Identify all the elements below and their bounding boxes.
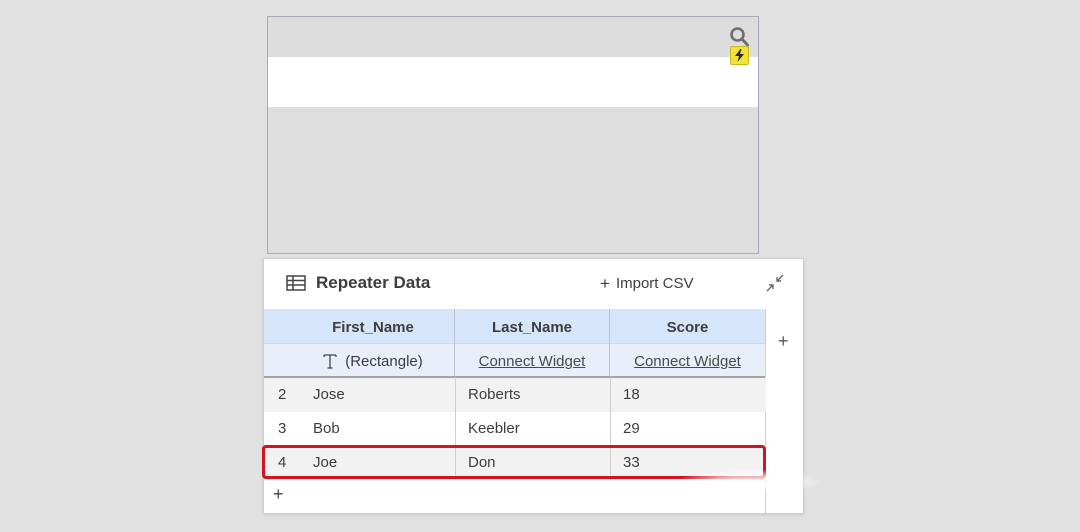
table-row[interactable]: 3 Bob Keebler 29 — [264, 412, 766, 446]
repeater-item-row[interactable] — [268, 17, 758, 58]
table-row[interactable]: 4 Joe Don 33 — [264, 446, 766, 480]
column-binding[interactable]: Connect Widget — [610, 343, 765, 378]
table-row[interactable]: 2 Jose Roberts 18 — [264, 378, 766, 412]
cell-score[interactable]: 29 — [623, 412, 640, 446]
import-csv-button[interactable]: + Import CSV — [600, 275, 693, 292]
cell-first-name[interactable]: Bob — [313, 412, 340, 446]
row-index: 3 — [278, 420, 287, 437]
row-index: 2 — [278, 386, 287, 403]
cell-first-name[interactable]: Joe — [313, 446, 337, 480]
cell-last-name[interactable]: Roberts — [468, 378, 521, 412]
search-icon[interactable] — [729, 26, 749, 48]
repeater-data-panel: Repeater Data + Import CSV First_Name (R… — [263, 258, 804, 514]
column-name: First_Name — [332, 319, 414, 336]
table-icon — [286, 275, 306, 291]
column-binding[interactable]: (Rectangle) — [264, 343, 454, 378]
binding-label: (Rectangle) — [345, 352, 423, 370]
canvas: Repeater Data + Import CSV First_Name (R… — [0, 0, 1080, 532]
panel-title: Repeater Data — [316, 273, 431, 292]
column-binding[interactable]: Connect Widget — [455, 343, 609, 378]
repeater-widget[interactable] — [267, 16, 759, 254]
add-row-button[interactable]: + — [273, 484, 284, 505]
column-name: Last_Name — [491, 319, 573, 336]
text-icon — [323, 354, 337, 369]
cell-score[interactable]: 33 — [623, 446, 640, 480]
row-index: 4 — [278, 454, 287, 471]
collapse-icon[interactable] — [765, 273, 785, 293]
panel-header: Repeater Data + Import CSV — [264, 259, 803, 309]
column-header-last-name[interactable]: Last_Name Connect Widget — [455, 309, 610, 378]
import-csv-label: Import CSV — [615, 275, 694, 292]
column-divider — [610, 377, 611, 480]
connect-widget-link[interactable]: Connect Widget — [634, 353, 741, 370]
connect-widget-link[interactable]: Connect Widget — [479, 353, 586, 370]
cell-last-name[interactable]: Keebler — [468, 412, 520, 446]
column-name: Score — [666, 319, 709, 336]
column-header-score[interactable]: Score Connect Widget — [610, 309, 766, 378]
repeater-item-row-white[interactable] — [268, 57, 758, 107]
column-divider — [455, 377, 456, 480]
interaction-flash-icon[interactable] — [730, 46, 749, 65]
column-header-first-name[interactable]: First_Name (Rectangle) — [264, 309, 455, 378]
cell-first-name[interactable]: Jose — [313, 378, 345, 412]
add-column-button[interactable]: + — [778, 331, 789, 352]
cell-score[interactable]: 18 — [623, 378, 640, 412]
plus-icon: + — [600, 274, 610, 293]
cell-last-name[interactable]: Don — [468, 446, 496, 480]
